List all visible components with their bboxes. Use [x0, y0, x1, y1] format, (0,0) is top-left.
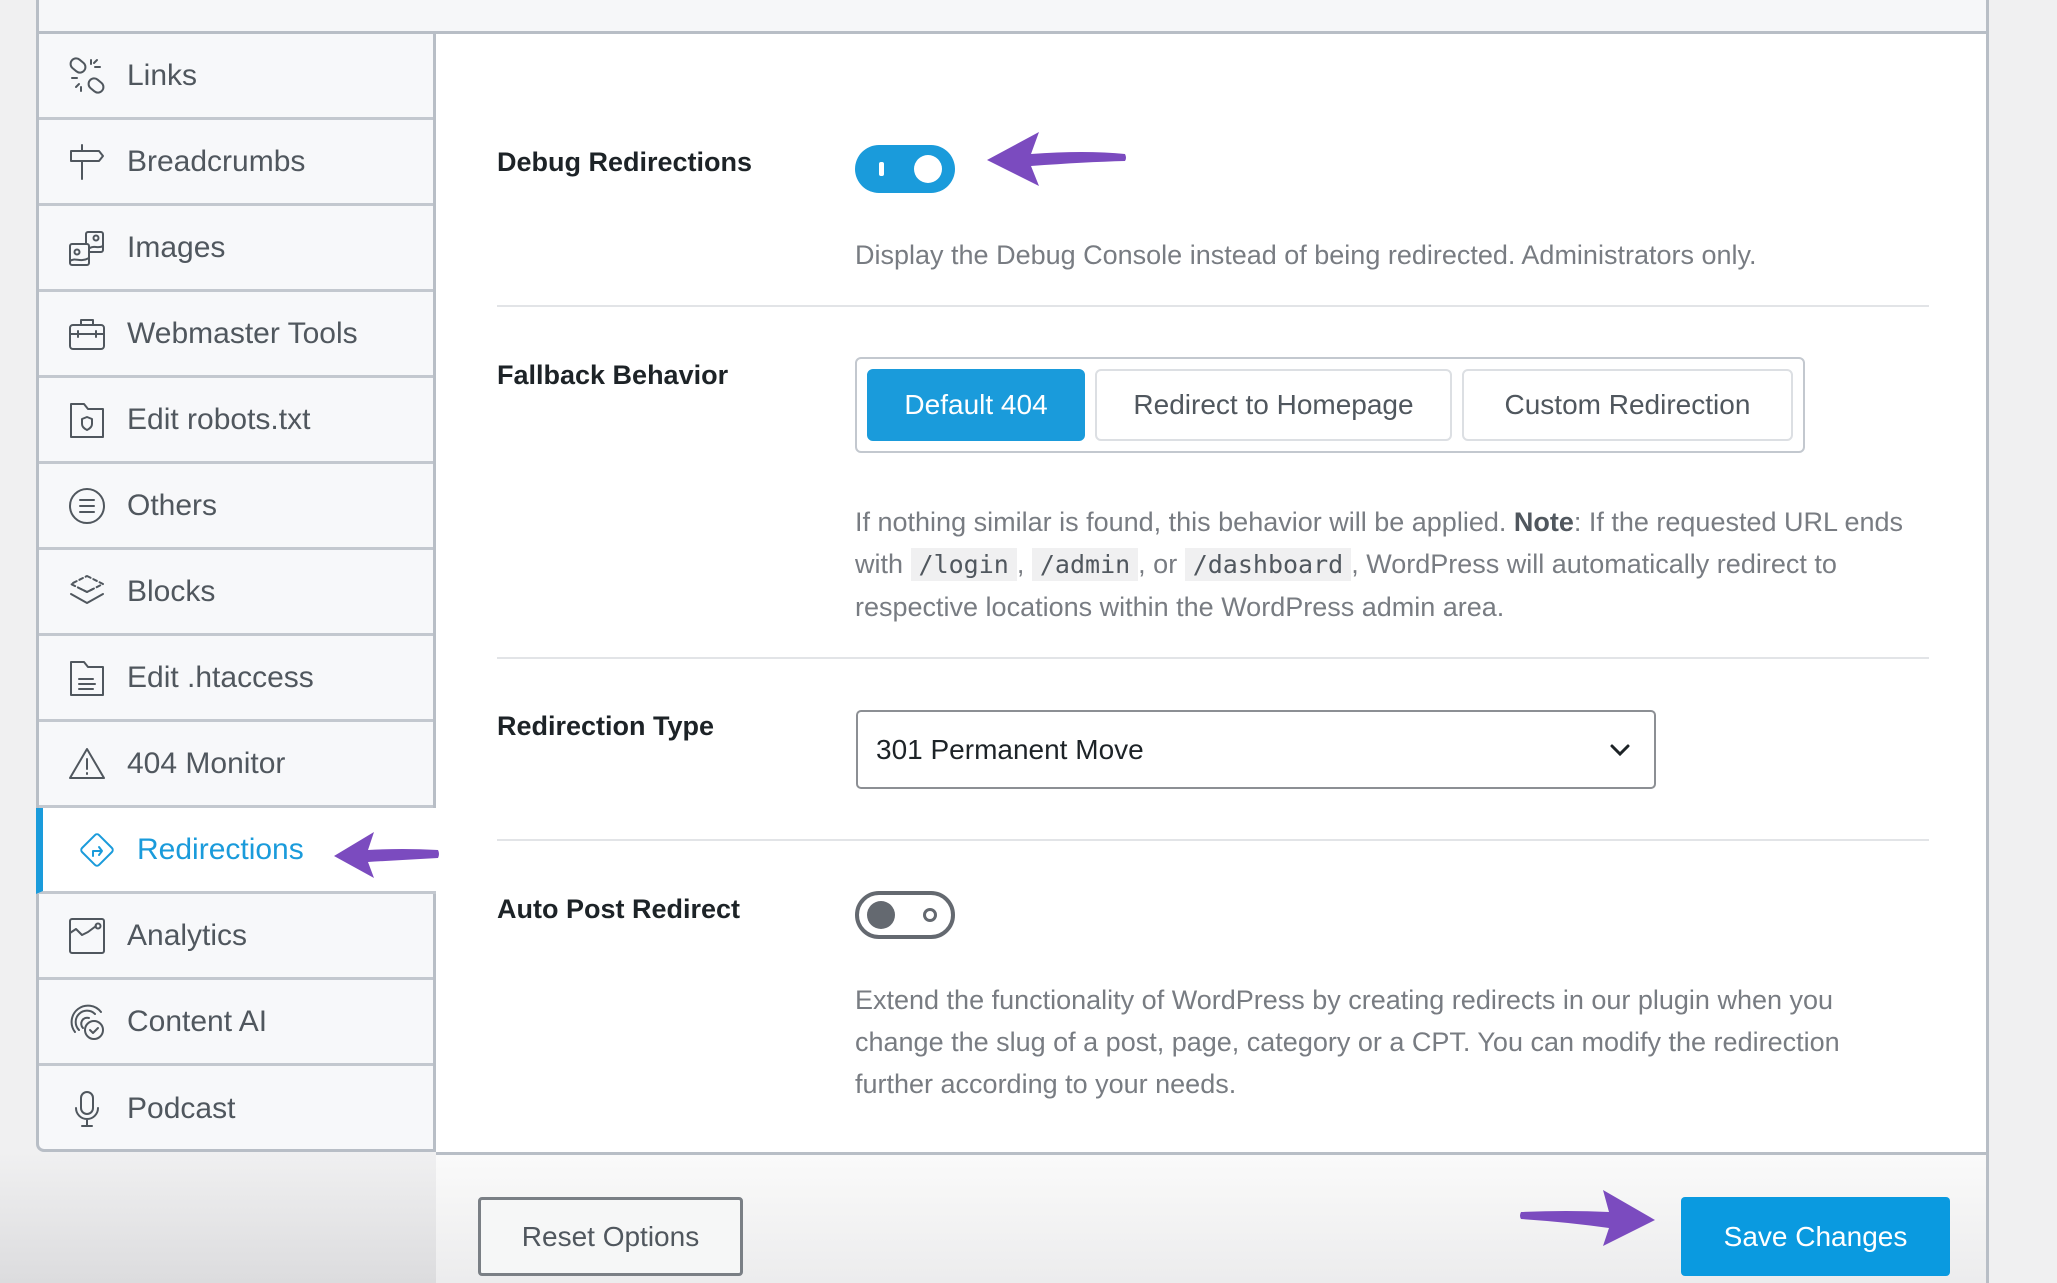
fallback-behavior-label: Fallback Behavior	[497, 360, 728, 391]
desc-text: If nothing similar is found, this behavi…	[855, 507, 1514, 537]
auto-post-redirect-label: Auto Post Redirect	[497, 894, 740, 925]
settings-sidebar: Links Breadcrumbs Images Webmaster Tools…	[36, 34, 436, 1152]
redirect-sign-icon	[77, 830, 117, 870]
sidebar-item-label: Edit robots.txt	[127, 403, 310, 437]
sidebar-item-edit-robots[interactable]: Edit robots.txt	[39, 378, 433, 464]
sidebar-item-redirections[interactable]: Redirections	[36, 808, 436, 894]
folder-shield-icon	[67, 400, 107, 440]
auto-post-redirect-description: Extend the functionality of WordPress by…	[855, 979, 1915, 1105]
sidebar-item-links[interactable]: Links	[39, 34, 433, 120]
images-icon	[67, 228, 107, 268]
code-login: /login	[911, 548, 1017, 581]
list-circle-icon	[67, 486, 107, 526]
fallback-behavior-segmented-control: Default 404 Redirect to Homepage Custom …	[855, 357, 1805, 453]
debug-redirections-label: Debug Redirections	[497, 147, 752, 178]
layers-icon	[67, 572, 107, 612]
sidebar-item-label: Content AI	[127, 1005, 267, 1039]
redirections-settings-panel: Debug Redirections Display the Debug Con…	[436, 34, 1989, 1152]
sidebar-item-label: Analytics	[127, 919, 247, 953]
note-label: Note	[1514, 507, 1574, 537]
toggle-knob	[867, 901, 895, 929]
sidebar-item-label: Edit .htaccess	[127, 661, 314, 695]
sidebar-item-label: Blocks	[127, 575, 215, 609]
microphone-icon	[67, 1089, 107, 1129]
sidebar-item-content-ai[interactable]: Content AI	[39, 980, 433, 1066]
redirection-type-select[interactable]: 301 Permanent Move	[856, 710, 1656, 789]
fallback-option-custom-redirection[interactable]: Custom Redirection	[1462, 369, 1793, 441]
toggle-on-indicator	[879, 162, 884, 176]
fallback-behavior-description: If nothing similar is found, this behavi…	[855, 501, 1915, 628]
toggle-knob	[914, 155, 942, 183]
desc-text: , or	[1138, 549, 1185, 579]
sidebar-item-404-monitor[interactable]: 404 Monitor	[39, 722, 433, 808]
sidebar-item-label: Podcast	[127, 1092, 235, 1126]
sidebar-item-label: Others	[127, 489, 217, 523]
sidebar-item-webmaster-tools[interactable]: Webmaster Tools	[39, 292, 433, 378]
page-background	[0, 1152, 436, 1283]
sidebar-item-podcast[interactable]: Podcast	[39, 1066, 433, 1152]
section-divider	[497, 305, 1929, 307]
chevron-down-icon	[1608, 738, 1632, 762]
save-changes-button[interactable]: Save Changes	[1681, 1197, 1950, 1276]
sidebar-item-label: Redirections	[137, 833, 304, 867]
redirection-type-value: 301 Permanent Move	[876, 734, 1144, 766]
section-divider	[497, 839, 1929, 841]
sidebar-item-breadcrumbs[interactable]: Breadcrumbs	[39, 120, 433, 206]
section-divider	[497, 657, 1929, 659]
debug-redirections-toggle[interactable]	[855, 145, 955, 193]
broken-link-icon	[67, 56, 107, 96]
code-admin: /admin	[1032, 548, 1138, 581]
document-lines-icon	[67, 658, 107, 698]
sidebar-item-analytics[interactable]: Analytics	[39, 894, 433, 980]
analytics-chart-icon	[67, 916, 107, 956]
warning-icon	[67, 744, 107, 784]
desc-text: ,	[1017, 549, 1032, 579]
sidebar-item-label: Breadcrumbs	[127, 145, 305, 179]
sidebar-item-images[interactable]: Images	[39, 206, 433, 292]
auto-post-redirect-toggle[interactable]	[855, 891, 955, 939]
sidebar-item-edit-htaccess[interactable]: Edit .htaccess	[39, 636, 433, 722]
sidebar-item-label: Webmaster Tools	[127, 317, 358, 351]
code-dashboard: /dashboard	[1185, 548, 1352, 581]
sidebar-item-blocks[interactable]: Blocks	[39, 550, 433, 636]
signpost-icon	[67, 142, 107, 182]
sidebar-item-others[interactable]: Others	[39, 464, 433, 550]
redirection-type-label: Redirection Type	[497, 711, 714, 742]
toggle-off-indicator	[923, 908, 937, 922]
reset-options-button[interactable]: Reset Options	[478, 1197, 743, 1276]
toolbox-icon	[67, 314, 107, 354]
fallback-option-redirect-homepage[interactable]: Redirect to Homepage	[1095, 369, 1452, 441]
fingerprint-check-icon	[67, 1002, 107, 1042]
sidebar-item-label: Links	[127, 59, 197, 93]
top-panel-edge	[36, 0, 1989, 34]
fallback-option-default-404[interactable]: Default 404	[867, 369, 1085, 441]
settings-footer: Reset Options Save Changes	[436, 1152, 1989, 1283]
debug-redirections-description: Display the Debug Console instead of bei…	[855, 234, 1757, 276]
sidebar-item-label: 404 Monitor	[127, 747, 285, 781]
sidebar-item-label: Images	[127, 231, 225, 265]
